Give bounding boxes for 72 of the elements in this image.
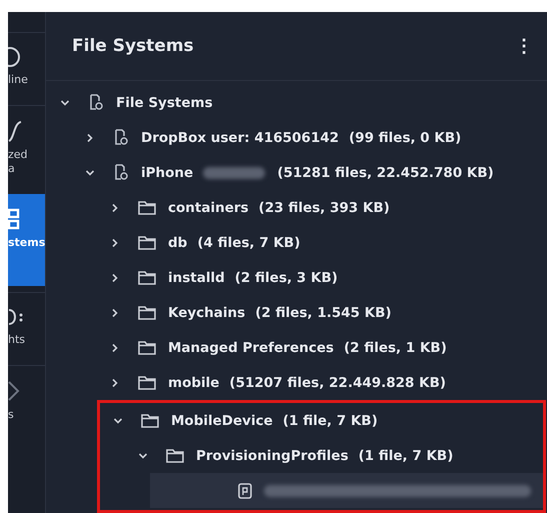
chevron-right-icon[interactable] [110, 308, 120, 318]
folder-icon [138, 305, 156, 320]
sidebar-label: hts [8, 333, 26, 347]
node-name: Managed Preferences [168, 340, 334, 356]
node-count: (2 files, 1.545 KB) [255, 304, 392, 320]
node-count: (1 file, 7 KB) [282, 412, 378, 428]
tree-row[interactable]: iPhone (51281 files, 22.452.780 KB) [46, 155, 547, 190]
sidebar-item[interactable]: hts [8, 292, 45, 359]
tree-row[interactable]: MobileDevice (1 file, 7 KB) [100, 403, 543, 438]
node-name: mobile [168, 374, 220, 390]
sidebar-label: stems [8, 236, 45, 250]
tree-row[interactable]: db (4 files, 7 KB) [46, 225, 547, 260]
tree-row[interactable]: containers (23 files, 393 KB) [46, 190, 547, 225]
chevron-right-icon[interactable] [110, 202, 120, 212]
tree-row[interactable]: Keychains (2 files, 1.545 KB) [46, 295, 547, 330]
sidebar-label: zed [8, 148, 28, 162]
node-count: (4 files, 7 KB) [197, 234, 300, 250]
node-name: db [168, 234, 188, 250]
node-name: iPhone [141, 164, 194, 180]
drive-icon [88, 94, 104, 111]
node-count: (1 file, 7 KB) [358, 448, 454, 464]
tree-row[interactable]: File Systems [46, 85, 547, 120]
node-count: (2 files, 1 KB) [344, 340, 447, 356]
folder-icon [138, 235, 156, 250]
chevron-right-icon[interactable] [85, 132, 95, 142]
node-name: containers [168, 200, 249, 216]
grid-icon [8, 208, 20, 230]
node-count: (51281 files, 22.452.780 KB) [277, 164, 494, 180]
node-count: (2 files, 3 KB) [234, 270, 338, 286]
node-count: (23 files, 393 KB) [258, 200, 390, 216]
tree-row[interactable]: DropBox user: 416506142 (99 files, 0 KB) [46, 120, 547, 155]
tree-row[interactable]: installd (2 files, 3 KB) [46, 260, 547, 295]
node-name: installd [168, 270, 225, 286]
sidebar-label: line [8, 73, 28, 87]
sidebar-item[interactable]: stems [8, 194, 45, 286]
chevron-right-icon[interactable] [110, 342, 120, 352]
chevron-down-icon[interactable] [60, 98, 70, 108]
folder-icon [138, 340, 156, 355]
sidebar-item[interactable]: line [8, 32, 45, 99]
menu-button[interactable]: ⋮ [511, 33, 537, 59]
node-count: (51207 files, 22.449.828 KB) [229, 374, 446, 390]
chevron-right-icon[interactable] [110, 238, 120, 248]
drive-icon [113, 164, 129, 181]
dots-icon [8, 307, 24, 327]
curve-icon [8, 120, 22, 142]
sidebar-label: s [8, 408, 14, 422]
node-name: Keychains [168, 304, 246, 320]
folder-icon [138, 200, 156, 215]
chevron-down-icon[interactable] [138, 450, 148, 460]
tree-row[interactable]: Managed Preferences (2 files, 1 KB) [46, 330, 547, 365]
file-icon [238, 482, 252, 498]
sidebar-label: a [8, 162, 15, 176]
folder-icon [138, 270, 156, 285]
node-name: MobileDevice [171, 412, 273, 428]
chevron-down-icon[interactable] [85, 168, 95, 178]
folder-icon [166, 448, 184, 463]
drive-icon [113, 129, 129, 146]
node-count: (99 files, 0 KB) [348, 130, 462, 146]
node-name: ProvisioningProfiles [196, 448, 348, 464]
sidebar-item[interactable]: s [8, 365, 45, 434]
chevron-right-icon[interactable] [110, 272, 120, 282]
node-name: File Systems [116, 94, 213, 110]
folder-icon [141, 413, 159, 428]
panel-title: File Systems [72, 36, 194, 56]
tree-row[interactable]: mobile (51207 files, 22.449.828 KB) [46, 365, 547, 400]
node-name: DropBox user: 416506142 [141, 130, 339, 146]
folder-icon [138, 375, 156, 390]
chevron-icon [8, 380, 20, 402]
sidebar-item[interactable]: zed a [8, 105, 45, 188]
tree-row[interactable]: ProvisioningProfiles (1 file, 7 KB) [100, 438, 543, 473]
chevron-right-icon[interactable] [110, 378, 120, 388]
chevron-down-icon[interactable] [113, 416, 123, 426]
